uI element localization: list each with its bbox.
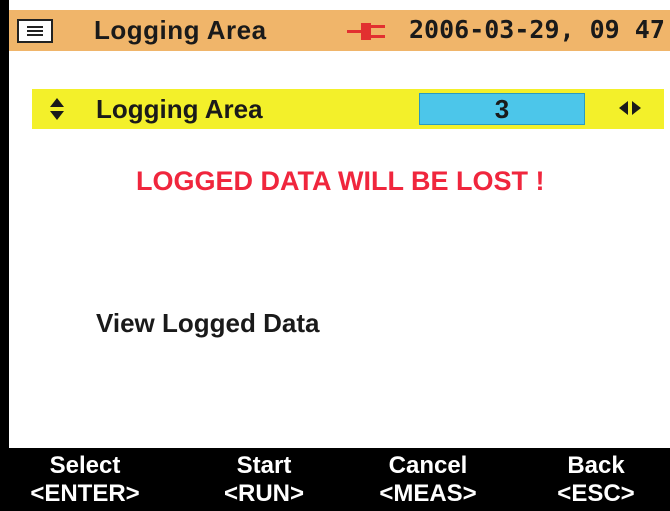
header-bar: Logging Area 2006-03-29, 09 47 xyxy=(9,10,670,51)
start-button-key: <RUN> xyxy=(223,480,305,507)
back-button-key: <ESC> xyxy=(557,480,635,507)
updown-arrows-icon xyxy=(50,98,64,120)
cancel-button[interactable]: Cancel <MEAS> xyxy=(348,452,508,508)
start-button-label: Start xyxy=(236,452,292,479)
back-button-label: Back xyxy=(567,452,625,479)
cancel-button-label: Cancel xyxy=(388,452,468,479)
logging-area-label: Logging Area xyxy=(96,94,263,124)
screen-edge xyxy=(0,0,9,448)
logging-area-value[interactable]: 3 xyxy=(419,93,585,125)
header-title: Logging Area xyxy=(94,15,267,45)
select-button-label: Select xyxy=(49,452,121,479)
leftright-arrows-icon xyxy=(619,101,641,115)
back-button[interactable]: Back <ESC> xyxy=(516,452,670,508)
select-button-key: <ENTER> xyxy=(30,480,140,507)
power-plug-icon xyxy=(347,23,385,40)
menu-icon[interactable] xyxy=(17,19,53,43)
start-button[interactable]: Start <RUN> xyxy=(184,452,344,508)
select-button[interactable]: Select <ENTER> xyxy=(5,452,165,508)
logging-area-row[interactable]: Logging Area 3 xyxy=(32,89,664,129)
view-logged-data-item[interactable]: View Logged Data xyxy=(96,308,319,339)
header-datetime: 2006-03-29, 09 47 xyxy=(409,15,665,44)
data-loss-warning: LOGGED DATA WILL BE LOST ! xyxy=(136,166,545,196)
cancel-button-key: <MEAS> xyxy=(379,480,477,507)
function-key-bar: Select <ENTER> Start <RUN> Cancel <MEAS>… xyxy=(0,448,670,511)
screen: Logging Area 2006-03-29, 09 47 Logging A… xyxy=(0,0,670,511)
